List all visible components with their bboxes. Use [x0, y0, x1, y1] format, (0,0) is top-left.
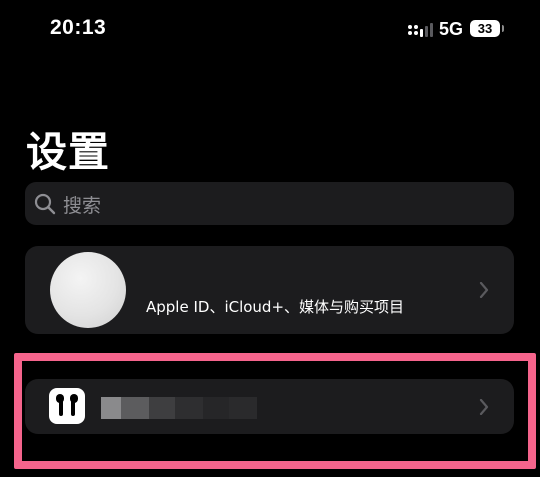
apple-id-subtitle: Apple ID、iCloud+、媒体与购买项目 — [146, 298, 405, 316]
avatar — [50, 252, 126, 328]
device-name-redacted — [101, 397, 257, 419]
search-icon — [34, 193, 56, 215]
search-input[interactable]: 搜索 — [63, 191, 101, 218]
page-title: 设置 — [26, 128, 110, 176]
signal-bars-icon — [408, 23, 433, 37]
status-bar: 20:13 5G 33 — [0, 0, 540, 60]
battery-icon: 33 — [470, 20, 500, 37]
search-bar[interactable]: 搜索 — [25, 182, 514, 225]
chevron-right-icon — [479, 399, 489, 415]
network-type: 5G — [439, 19, 464, 39]
airpods-row[interactable] — [25, 379, 514, 434]
apple-id-row[interactable]: Apple ID、iCloud+、媒体与购买项目 — [25, 246, 514, 334]
battery-cap — [502, 25, 504, 32]
status-time: 20:13 — [50, 16, 107, 39]
chevron-right-icon — [479, 282, 489, 298]
airpods-icon — [49, 388, 85, 424]
